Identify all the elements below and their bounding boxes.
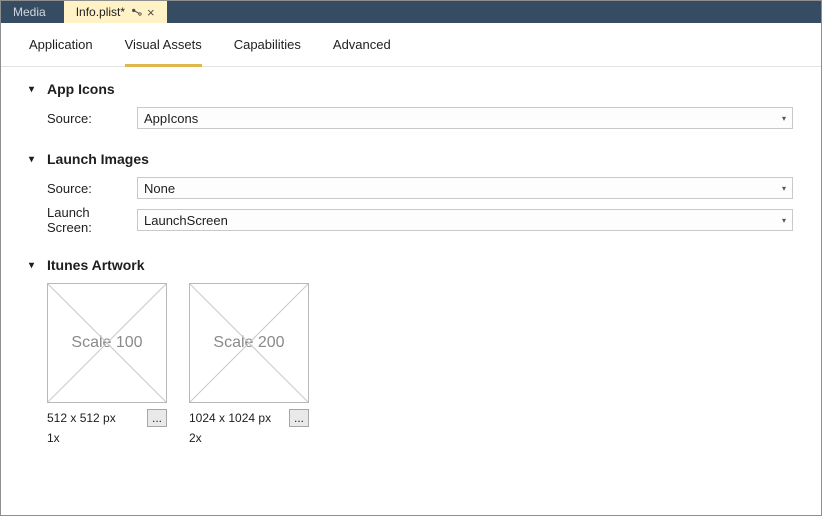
document-tabstrip: Media Info.plist* ⊷ ×	[1, 1, 821, 23]
dropdown-value: LaunchScreen	[144, 213, 228, 228]
tab-advanced[interactable]: Advanced	[333, 37, 391, 58]
chevron-down-icon: ▾	[29, 84, 41, 95]
doc-tab-label: Media	[13, 5, 46, 19]
section-app-icons-header[interactable]: ▾ App Icons	[29, 81, 793, 97]
launch-source-label: Source:	[47, 181, 137, 196]
artwork-dimensions: 1024 x 1024 px	[189, 411, 271, 425]
doc-tab-media[interactable]: Media	[1, 1, 64, 23]
artwork-slot-1x: Scale 100 512 x 512 px ... 1x	[47, 283, 167, 445]
doc-tab-infoplist[interactable]: Info.plist* ⊷ ×	[64, 1, 167, 23]
tab-capabilities[interactable]: Capabilities	[234, 37, 301, 58]
doc-tab-label: Info.plist*	[76, 5, 125, 19]
close-icon[interactable]: ×	[147, 5, 155, 20]
artwork-dropzone[interactable]: Scale 100	[47, 283, 167, 403]
section-itunes-artwork-header[interactable]: ▾ Itunes Artwork	[29, 257, 793, 273]
sub-navigation: Application Visual Assets Capabilities A…	[1, 23, 821, 67]
app-icons-source-dropdown[interactable]: AppIcons ▾	[137, 107, 793, 129]
section-title: Launch Images	[47, 151, 149, 167]
editor-content: Application Visual Assets Capabilities A…	[1, 23, 821, 515]
artwork-dropzone[interactable]: Scale 200	[189, 283, 309, 403]
tab-visual-assets[interactable]: Visual Assets	[125, 37, 202, 67]
section-itunes-artwork: ▾ Itunes Artwork Scale 100 512 x 512 px …	[29, 257, 793, 445]
artwork-scale: 2x	[189, 431, 309, 445]
chevron-down-icon: ▾	[782, 216, 786, 225]
artwork-slot-2x: Scale 200 1024 x 1024 px ... 2x	[189, 283, 309, 445]
chevron-down-icon: ▾	[782, 114, 786, 123]
tab-application[interactable]: Application	[29, 37, 93, 58]
section-title: App Icons	[47, 81, 115, 97]
section-app-icons: ▾ App Icons Source: AppIcons ▾	[29, 81, 793, 129]
launch-screen-dropdown[interactable]: LaunchScreen ▾	[137, 209, 793, 231]
pin-icon[interactable]: ⊷	[128, 3, 145, 21]
section-title: Itunes Artwork	[47, 257, 145, 273]
app-icons-source-label: Source:	[47, 111, 137, 126]
section-launch-images: ▾ Launch Images Source: None ▾ Launch Sc…	[29, 151, 793, 235]
artwork-scale: 1x	[47, 431, 167, 445]
artwork-more-button[interactable]: ...	[147, 409, 167, 427]
artwork-placeholder: Scale 200	[213, 334, 284, 352]
dropdown-value: None	[144, 181, 175, 196]
artwork-dimensions: 512 x 512 px	[47, 411, 116, 425]
launch-screen-label: Launch Screen:	[47, 205, 137, 235]
artwork-placeholder: Scale 100	[71, 334, 142, 352]
editor-window: Media Info.plist* ⊷ × Application Visual…	[0, 0, 822, 516]
chevron-down-icon: ▾	[29, 154, 41, 165]
artwork-more-button[interactable]: ...	[289, 409, 309, 427]
chevron-down-icon: ▾	[29, 260, 41, 271]
dropdown-value: AppIcons	[144, 111, 198, 126]
section-launch-images-header[interactable]: ▾ Launch Images	[29, 151, 793, 167]
chevron-down-icon: ▾	[782, 184, 786, 193]
launch-source-dropdown[interactable]: None ▾	[137, 177, 793, 199]
